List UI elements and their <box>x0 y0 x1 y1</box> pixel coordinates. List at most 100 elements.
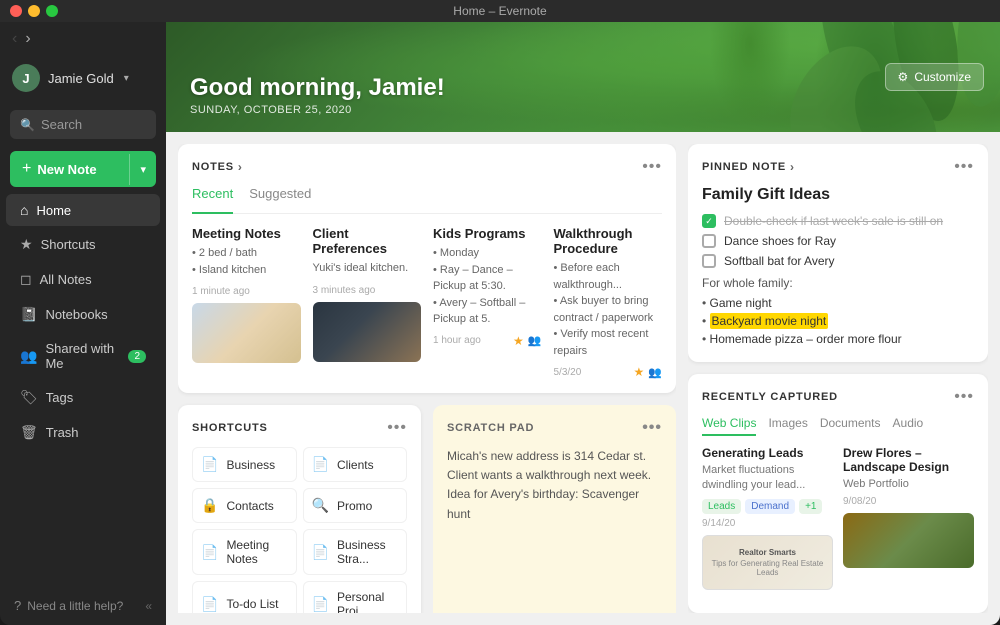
sidebar-item-tags[interactable]: 🏷 Tags <box>6 381 160 414</box>
close-button[interactable] <box>10 5 22 17</box>
pinned-note-header: PINNED NOTE › ••• <box>702 158 974 176</box>
sidebar-item-shortcuts[interactable]: ★ Shortcuts <box>6 228 160 261</box>
shortcuts-more-button[interactable]: ••• <box>387 419 407 437</box>
shortcut-label: Contacts <box>226 499 273 513</box>
shortcut-business[interactable]: 📄 Business <box>192 447 297 482</box>
shortcut-contacts[interactable]: 🔒 Contacts <box>192 488 297 523</box>
tab-audio[interactable]: Audio <box>893 416 924 436</box>
note-item-meeting-notes[interactable]: Meeting Notes 2 bed / bath Island kitche… <box>192 226 301 379</box>
sidebar: ‹ › J Jamie Gold ▾ 🔍 Search + New Note ▾… <box>0 0 166 625</box>
trash-icon: 🗑 <box>20 424 38 441</box>
shortcut-meeting-notes[interactable]: 📄 Meeting Notes <box>192 529 297 575</box>
note-thumbnail <box>192 303 301 363</box>
help-label: Need a little help? <box>27 599 123 613</box>
recently-captured-more-button[interactable]: ••• <box>954 388 974 406</box>
user-profile[interactable]: J Jamie Gold ▾ <box>0 52 166 104</box>
recently-captured-header: RECENTLY CAPTURED ••• <box>702 388 974 406</box>
window-title: Home – Evernote <box>453 4 546 18</box>
customize-label: Customize <box>914 70 971 84</box>
sidebar-item-trash[interactable]: 🗑 Trash <box>6 416 160 449</box>
tag-more[interactable]: +1 <box>799 499 822 514</box>
note-item-client-prefs[interactable]: Client Preferences Yuki's ideal kitchen.… <box>313 226 422 379</box>
shortcut-todo[interactable]: 📄 To-do List <box>192 581 297 613</box>
checkbox-unchecked[interactable] <box>702 234 716 248</box>
sidebar-item-label: Tags <box>46 390 73 405</box>
lock-icon: 🔒 <box>201 497 218 514</box>
checklist-item-2: Softball bat for Avery <box>702 254 974 268</box>
note-bullet: 2 bed / bath <box>192 245 301 262</box>
checklist-text: Dance shoes for Ray <box>724 234 836 248</box>
shortcut-label: Clients <box>337 458 374 472</box>
hero-text: Good morning, Jamie! SUNDAY, OCTOBER 25,… <box>190 74 445 116</box>
note-body: Yuki's ideal kitchen. <box>313 260 422 277</box>
tag-demand[interactable]: Demand <box>745 499 795 514</box>
pinned-more-button[interactable]: ••• <box>954 158 974 176</box>
notes-card: NOTES › ••• Recent Suggested Meeting Not… <box>178 144 676 393</box>
tab-documents[interactable]: Documents <box>820 416 881 436</box>
pinned-note-name: Family Gift Ideas <box>702 186 974 204</box>
captured-item-leads[interactable]: Generating Leads Market fluctuations dwi… <box>702 446 833 590</box>
greeting-text: Good morning, Jamie! <box>190 74 445 102</box>
notes-more-button[interactable]: ••• <box>642 158 662 176</box>
sidebar-item-shared[interactable]: 👥 Shared with Me 2 <box>6 333 160 379</box>
shortcut-business-stra[interactable]: 📄 Business Stra... <box>303 529 408 575</box>
note-time: 1 hour ago <box>433 335 481 346</box>
note-footer: 5/3/20 ★ 👥 <box>554 365 663 379</box>
notes-icon: ◻ <box>20 271 32 288</box>
new-note-main[interactable]: + New Note <box>10 151 129 187</box>
tab-images[interactable]: Images <box>768 416 807 436</box>
sidebar-item-home[interactable]: ⌂ Home <box>6 194 160 226</box>
sidebar-item-allnotes[interactable]: ◻ All Notes <box>6 263 160 296</box>
forward-arrow[interactable]: › <box>25 30 30 48</box>
new-note-button[interactable]: + New Note ▾ <box>10 151 156 187</box>
maximize-button[interactable] <box>46 5 58 17</box>
collapse-icon[interactable]: « <box>145 599 152 613</box>
shortcut-label: Promo <box>337 499 372 513</box>
checkbox-unchecked[interactable] <box>702 254 716 268</box>
shortcuts-grid: 📄 Business 📄 Clients 🔒 Contacts <box>192 447 407 613</box>
tab-suggested[interactable]: Suggested <box>249 186 311 205</box>
search-bar[interactable]: 🔍 Search <box>10 110 156 139</box>
shortcut-promo[interactable]: 🔍 Promo <box>303 488 408 523</box>
note-item-kids-programs[interactable]: Kids Programs Monday Ray – Dance – Picku… <box>433 226 542 379</box>
back-arrow[interactable]: ‹ <box>12 30 17 48</box>
checkbox-checked[interactable]: ✓ <box>702 214 716 228</box>
shared-icon: 👥 <box>528 334 542 347</box>
scratch-pad-more-button[interactable]: ••• <box>642 419 662 437</box>
title-bar: Home – Evernote <box>0 0 1000 22</box>
note-bullet: Ray – Dance – Pickup at 5:30. <box>433 262 542 295</box>
document-icon: 📄 <box>201 544 218 561</box>
scratch-pad-text[interactable]: Micah's new address is 314 Cedar st. Cli… <box>447 447 662 524</box>
customize-icon: ⚙ <box>898 70 909 84</box>
tag-leads[interactable]: Leads <box>702 499 741 514</box>
document-icon: 📄 <box>312 596 329 613</box>
checklist-item-0: ✓ Double-check if last week's sale is st… <box>702 214 974 228</box>
pinned-note-title-label: PINNED NOTE › <box>702 160 795 174</box>
tags-icon: 🏷 <box>20 389 38 406</box>
note-body: Monday Ray – Dance – Pickup at 5:30. Ave… <box>433 245 542 328</box>
shortcuts-header: SHORTCUTS ••• <box>192 419 407 437</box>
shared-icon: 👥 <box>20 348 37 365</box>
tab-recent[interactable]: Recent <box>192 186 233 214</box>
new-note-dropdown[interactable]: ▾ <box>129 154 156 185</box>
sidebar-item-notebooks[interactable]: 📓 Notebooks <box>6 298 160 331</box>
home-icon: ⌂ <box>20 202 28 218</box>
captured-title: Drew Flores – Landscape Design <box>843 446 974 474</box>
main-content: Good morning, Jamie! SUNDAY, OCTOBER 25,… <box>166 0 1000 625</box>
minimize-button[interactable] <box>28 5 40 17</box>
new-note-label: New Note <box>37 162 96 177</box>
captured-item-drew[interactable]: Drew Flores – Landscape Design Web Portf… <box>843 446 974 590</box>
help-footer[interactable]: ? Need a little help? « <box>0 586 166 625</box>
customize-button[interactable]: ⚙ Customize <box>885 63 984 91</box>
shortcuts-card: SHORTCUTS ••• 📄 Business 📄 Clients <box>178 405 421 613</box>
note-item-walkthrough[interactable]: Walkthrough Procedure Before each walkth… <box>554 226 663 379</box>
shortcut-personal[interactable]: 📄 Personal Proj... <box>303 581 408 613</box>
tab-webclips[interactable]: Web Clips <box>702 416 756 436</box>
search-label: Search <box>41 117 82 132</box>
note-body: Before each walkthrough... Ask buyer to … <box>554 260 663 359</box>
captured-desc: Market fluctuations dwindling your lead.… <box>702 463 833 494</box>
note-title: Client Preferences <box>313 226 422 256</box>
shortcut-clients[interactable]: 📄 Clients <box>303 447 408 482</box>
chevron-down-icon: ▾ <box>124 73 129 84</box>
note-time: 1 minute ago <box>192 286 301 297</box>
